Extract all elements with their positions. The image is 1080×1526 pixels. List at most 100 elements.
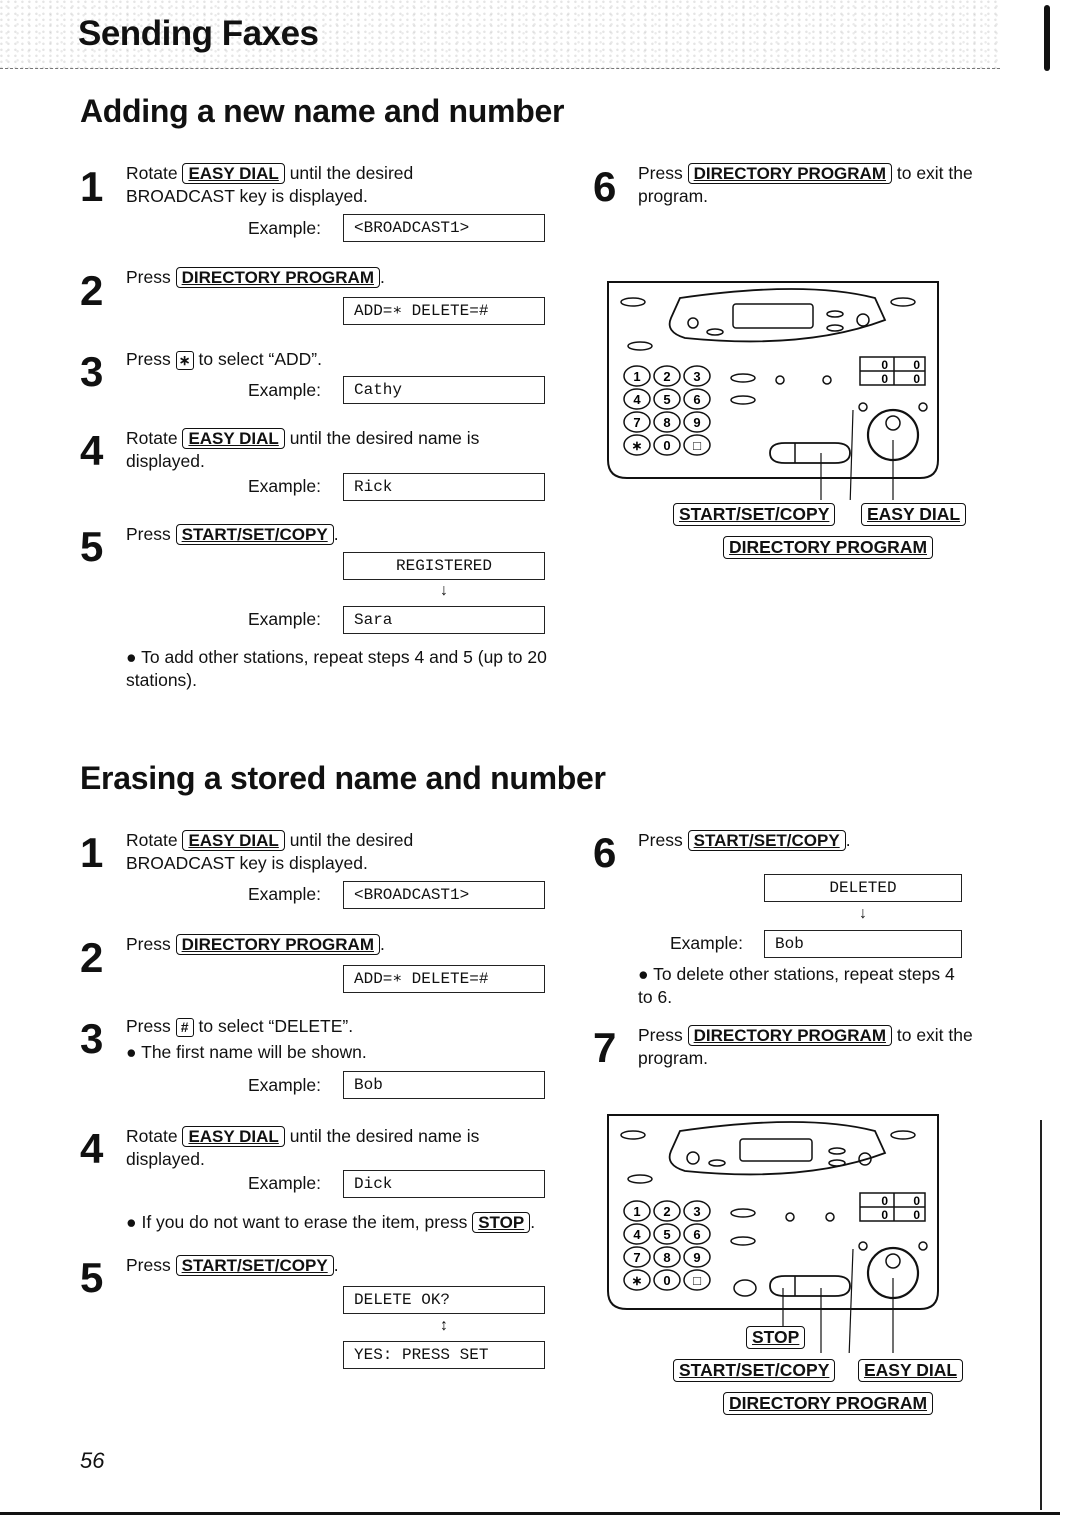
lcd-display: DELETE OK?: [343, 1286, 545, 1314]
bullet-icon: ●: [126, 647, 137, 667]
step-instruction: Rotate EASY DIAL until the desired name …: [126, 1125, 546, 1171]
step-instruction: Press ∗ to select “ADD”.: [126, 348, 322, 371]
step-verb: Rotate: [126, 428, 178, 448]
example-label: Example:: [248, 1075, 321, 1095]
step-detail: to select “ADD”.: [198, 349, 322, 369]
keypad-key-label: 6: [693, 392, 700, 407]
stop-callout: STOP: [746, 1326, 806, 1349]
lcd-display: Sara: [343, 606, 545, 634]
keypad-key-label: ∗: [632, 1273, 643, 1288]
example-label: Example:: [248, 609, 321, 629]
counter-digit: 0: [881, 1194, 888, 1208]
start-set-copy-key: START/SET/COPY: [175, 524, 334, 545]
step-verb: Press: [638, 830, 683, 850]
step-instruction: Rotate EASY DIAL until the desired name …: [126, 427, 546, 473]
directory-program-key: DIRECTORY PROGRAM: [687, 163, 892, 184]
easy-dial-key: EASY DIAL: [182, 163, 285, 184]
lcd-display: DELETED: [764, 874, 962, 902]
step-verb: Rotate: [126, 830, 178, 850]
keypad-key-label: 4: [633, 392, 641, 407]
note-bullet: ● To add other stations, repeat steps 4 …: [126, 646, 556, 692]
keypad-key-label: □: [693, 438, 701, 453]
example-label: Example:: [248, 218, 321, 238]
bottom-rule: [0, 1512, 1060, 1515]
down-arrow-icon: ↓: [859, 905, 867, 922]
step-number: 7: [593, 1024, 617, 1071]
step-verb: Press: [126, 934, 171, 954]
lcd-display: ADD=∗ DELETE=#: [343, 965, 545, 993]
example-label: Example:: [670, 933, 743, 953]
step-detail: .: [379, 267, 385, 287]
easy-dial-key: EASY DIAL: [182, 1126, 285, 1147]
counter-digit: 0: [881, 358, 888, 372]
easy-dial-key: EASY DIAL: [182, 830, 285, 851]
step-instruction: Press START/SET/COPY.: [126, 523, 339, 546]
counter-digit: 0: [913, 1208, 920, 1222]
step-instruction: Press DIRECTORY PROGRAM to exit the prog…: [638, 1024, 978, 1070]
stop-key: STOP: [472, 1212, 531, 1233]
step-number: 1: [80, 829, 104, 876]
note-text: To add other stations, repeat steps 4 an…: [126, 647, 547, 690]
lcd-display: Dick: [343, 1170, 545, 1198]
note-bullet: ● If you do not want to erase the item, …: [126, 1211, 535, 1234]
step-detail: until the desired name is displayed.: [126, 1126, 480, 1169]
keypad-key-label: 9: [693, 415, 700, 430]
directory-program-key: DIRECTORY PROGRAM: [175, 934, 380, 955]
example-label: Example:: [248, 884, 321, 904]
keypad-key-label: 8: [663, 1250, 670, 1265]
panel-outline: [607, 281, 939, 479]
keypad-key-label: □: [693, 1273, 701, 1288]
step-instruction: Press START/SET/COPY.: [638, 829, 851, 852]
note-bullet: ● The first name will be shown.: [126, 1041, 367, 1064]
easy-dial-key: EASY DIAL: [182, 428, 285, 449]
step-instruction: Press START/SET/COPY.: [126, 1254, 339, 1277]
keypad-key-label: 5: [663, 392, 670, 407]
hash-key-icon: #: [175, 1017, 194, 1037]
counter-digit: 0: [913, 1194, 920, 1208]
star-key-icon: ∗: [175, 350, 194, 370]
section-title-adding: Adding a new name and number: [80, 93, 565, 129]
counter-digit: 0: [913, 358, 920, 372]
step-number: 5: [80, 523, 104, 570]
keypad-key-label: 0: [663, 438, 670, 453]
step-instruction: Rotate EASY DIAL until the desired BROAD…: [126, 162, 466, 208]
section-title-erasing: Erasing a stored name and number: [80, 760, 606, 796]
keypad-key-label: 7: [633, 1250, 640, 1265]
step-detail: until the desired name is displayed.: [126, 428, 480, 471]
lcd-display: <BROADCAST1>: [343, 214, 545, 242]
bullet-icon: ●: [126, 1042, 137, 1062]
step-verb: Rotate: [126, 1126, 178, 1146]
keypad-key-label: 1: [633, 369, 640, 384]
chapter-title: Sending Faxes: [78, 14, 319, 53]
step-verb: Rotate: [126, 163, 178, 183]
step-instruction: Press # to select “DELETE”.: [126, 1015, 353, 1038]
example-label: Example:: [248, 1173, 321, 1193]
step-verb: Press: [638, 1025, 683, 1045]
step-instruction: Rotate EASY DIAL until the desired BROAD…: [126, 829, 466, 875]
directory-program-callout: DIRECTORY PROGRAM: [723, 536, 934, 559]
step-verb: Press: [126, 349, 171, 369]
keypad-key-label: 0: [663, 1273, 670, 1288]
lcd-display: ADD=∗ DELETE=#: [343, 297, 545, 325]
step-number: 2: [80, 934, 104, 981]
example-label: Example:: [248, 380, 321, 400]
step-detail: .: [379, 934, 385, 954]
note-text: If you do not want to erase the item, pr…: [141, 1212, 468, 1232]
step-verb: Press: [126, 1255, 171, 1275]
counter-digit: 0: [881, 372, 888, 386]
directory-program-key: DIRECTORY PROGRAM: [687, 1025, 892, 1046]
lcd-display: Bob: [764, 930, 962, 958]
start-set-copy-callout: START/SET/COPY: [673, 503, 836, 526]
keypad-key-label: 2: [663, 369, 670, 384]
step-verb: Press: [638, 163, 683, 183]
start-set-copy-callout: START/SET/COPY: [673, 1359, 836, 1382]
note-text: To delete other stations, repeat steps 4…: [638, 964, 955, 1007]
step-detail: .: [845, 830, 851, 850]
note-text: The first name will be shown.: [141, 1042, 367, 1062]
lcd-display: Cathy: [343, 376, 545, 404]
lcd-display: Bob: [343, 1071, 545, 1099]
step-verb: Press: [126, 1016, 171, 1036]
keypad-key-label: 5: [663, 1227, 670, 1242]
step-number: 6: [593, 829, 617, 876]
keypad-key-label: 1: [633, 1204, 640, 1219]
